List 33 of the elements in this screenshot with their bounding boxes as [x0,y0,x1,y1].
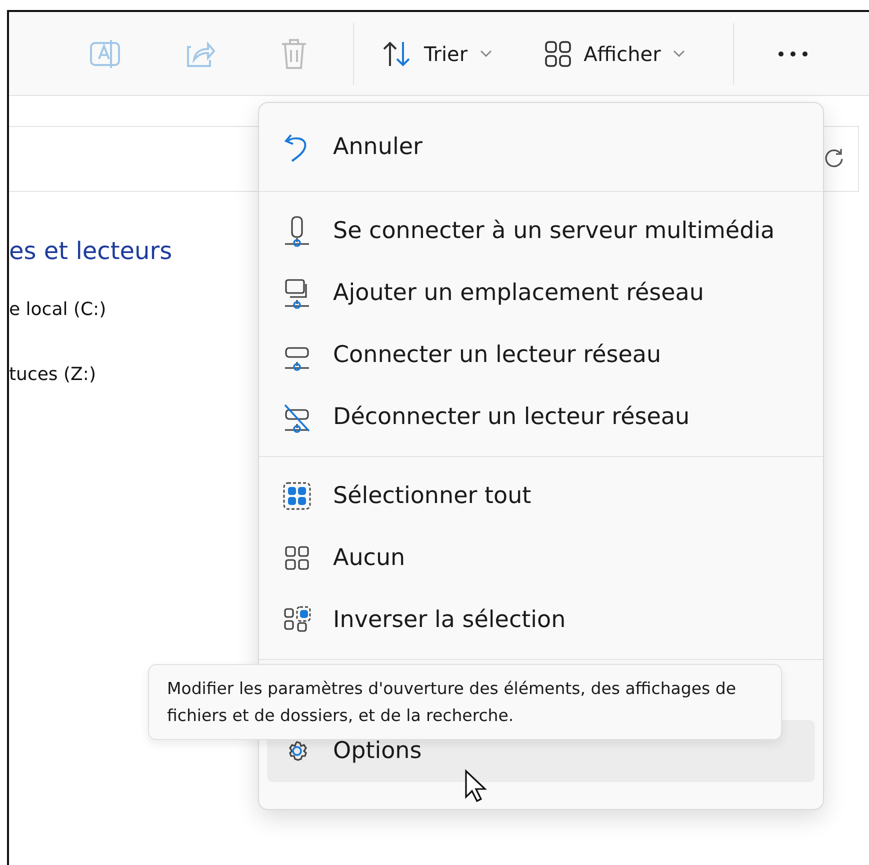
view-dropdown[interactable]: Afficher [528,28,701,78]
media-server-icon [283,215,311,247]
menu-item-label: Aucun [333,545,406,571]
sort-dropdown[interactable]: Trier [366,28,508,78]
network-computer-icon [283,277,311,309]
select-all-icon [283,480,311,512]
caret-icon [672,50,685,58]
trash-icon [280,38,308,70]
sort-icon [382,40,412,68]
menu-item-label: Inverser la sélection [333,607,566,633]
menu-item-label: Déconnecter un lecteur réseau [333,404,690,430]
menu-item[interactable]: Aucun [267,527,815,589]
menu-item[interactable]: Ajouter un emplacement réseau [267,262,815,324]
section-heading: es et lecteurs [9,237,174,265]
refresh-icon [824,148,844,170]
more-icon [776,50,809,56]
menu-item[interactable]: Déconnecter un lecteur réseau [267,386,815,448]
share-icon [185,38,215,68]
menu-item-label: Ajouter un emplacement réseau [333,280,704,306]
menu-item[interactable]: Connecter un lecteur réseau [267,324,815,386]
cursor-icon [464,769,488,803]
caret-icon [480,50,492,58]
menu-item-label: Se connecter à un serveur multimédia [333,218,775,244]
menu-item-label: Annuler [333,134,422,160]
menu-item[interactable]: Annuler [267,111,815,183]
menu-item[interactable]: Inverser la sélection [267,589,815,651]
menu-item-label: Sélectionner tout [333,483,532,509]
menu-item[interactable]: Sélectionner tout [267,465,815,527]
tooltip: Modifier les paramètres d'ouverture des éléments, des affichages de fichiers et de dossiers, et de la recherche. [148,664,782,740]
menu-item-label: Options [333,738,422,764]
menu-item-label: Connecter un lecteur réseau [333,342,662,368]
grid-icon [544,40,572,68]
menu-item[interactable]: Se connecter à un serveur multimédia [267,200,815,262]
